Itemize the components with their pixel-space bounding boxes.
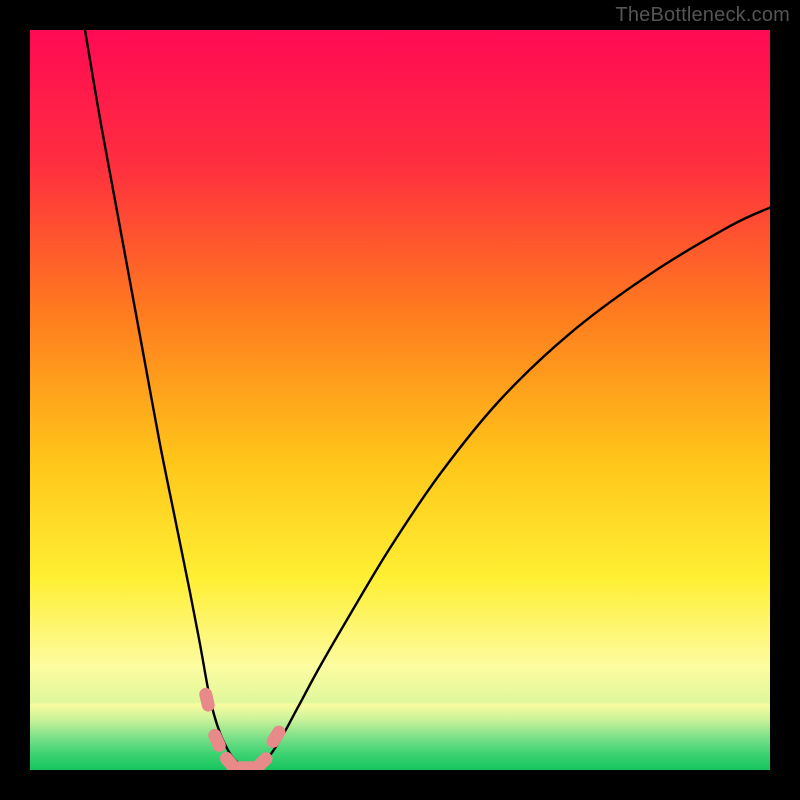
watermark-text: TheBottleneck.com [615,4,790,27]
data-marker [206,727,228,754]
plot-area [30,30,770,770]
data-marker [264,723,288,750]
data-markers [30,30,770,770]
data-marker [198,687,216,713]
chart-frame: TheBottleneck.com [0,0,800,800]
data-marker [249,750,275,770]
